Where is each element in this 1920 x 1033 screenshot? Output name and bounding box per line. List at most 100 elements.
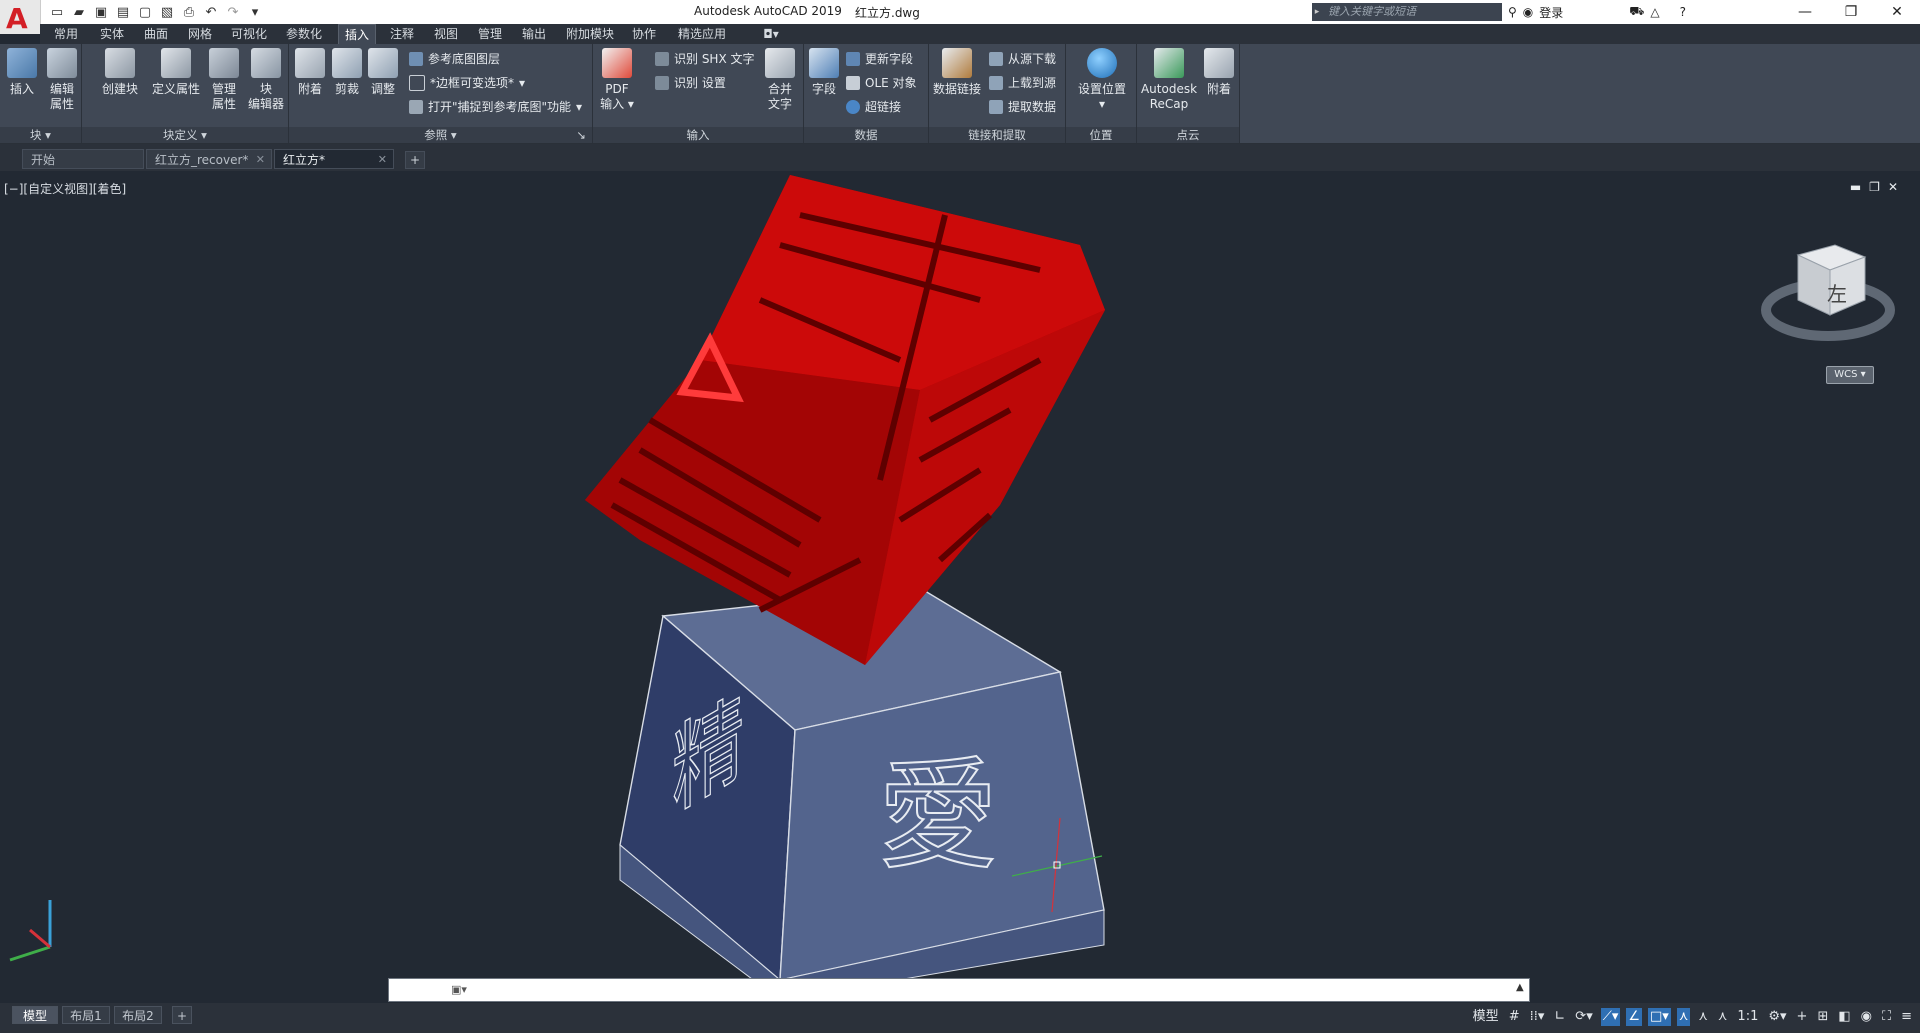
- frames-vary-dropdown[interactable]: *边框可变选项* ▾: [409, 74, 525, 92]
- plot-icon[interactable]: ⎙: [180, 3, 198, 21]
- tab-annotate[interactable]: 注释: [386, 24, 418, 44]
- add-icon[interactable]: +: [1795, 1008, 1810, 1026]
- workspace-gear-icon[interactable]: ⚙▾: [1766, 1008, 1788, 1026]
- point-cloud-panel-title[interactable]: 点云: [1137, 127, 1239, 143]
- open-folder-icon[interactable]: ▰: [70, 3, 88, 21]
- panel-launcher-icon[interactable]: ↘: [576, 127, 586, 143]
- tab-view[interactable]: 视图: [430, 24, 462, 44]
- ribbon-state-toggle-icon[interactable]: ◘▾: [756, 24, 786, 44]
- import-panel-title[interactable]: 输入: [593, 127, 803, 143]
- model-space-button[interactable]: 模型: [1471, 1008, 1501, 1026]
- search-expand-icon[interactable]: ▸: [1312, 3, 1322, 21]
- download-from-source-button[interactable]: 从源下载: [989, 50, 1056, 68]
- extract-data-button[interactable]: 提取数据: [989, 98, 1056, 116]
- tab-insert[interactable]: 插入: [338, 24, 376, 44]
- attach-point-cloud-button[interactable]: 附着: [1201, 48, 1237, 97]
- cart-icon[interactable]: ⛟: [1629, 4, 1644, 20]
- doc-tab-recover[interactable]: 红立方_recover* ✕: [146, 149, 272, 169]
- restore-button[interactable]: ❐: [1828, 0, 1874, 24]
- search-input[interactable]: 键入关键字或短语: [1322, 3, 1502, 21]
- doc-tab-start[interactable]: 开始: [22, 149, 144, 169]
- object-snap-tracking-icon[interactable]: ∠: [1626, 1008, 1643, 1026]
- data-link-button[interactable]: 数据链接: [931, 48, 983, 97]
- tab-parametric[interactable]: 参数化: [282, 24, 326, 44]
- location-panel-title[interactable]: 位置: [1066, 127, 1136, 143]
- isolate-objects-icon[interactable]: ◉: [1859, 1008, 1874, 1026]
- tab-home[interactable]: 常用: [50, 24, 82, 44]
- layout-tab-layout2[interactable]: 布局2: [114, 1006, 162, 1024]
- snap-to-underlay-dropdown[interactable]: 打开"捕捉到参考底图"功能 ▾: [409, 98, 582, 116]
- link-extract-panel-title[interactable]: 链接和提取: [929, 127, 1065, 143]
- auto-scale-icon[interactable]: ⋏: [1696, 1008, 1710, 1026]
- pdf-import-button[interactable]: PDF 输入 ▾: [597, 48, 637, 112]
- set-location-button[interactable]: 设置位置 ▾: [1072, 48, 1132, 112]
- tab-featured-apps[interactable]: 精选应用: [674, 24, 730, 44]
- viewport-controls-label[interactable]: [−][自定义视图][着色]: [4, 180, 126, 197]
- tab-manage[interactable]: 管理: [474, 24, 506, 44]
- block-definition-panel-title[interactable]: 块定义 ▾: [82, 127, 288, 143]
- edit-attribute-button[interactable]: 编辑 属性: [44, 48, 80, 112]
- grid-icon[interactable]: #: [1507, 1008, 1522, 1026]
- object-snap-icon[interactable]: □▾: [1648, 1008, 1671, 1026]
- isodraft-icon[interactable]: ⟋▾: [1600, 1008, 1621, 1026]
- annotation-visibility-icon[interactable]: ⋏: [1676, 1008, 1691, 1026]
- close-tab-icon[interactable]: ✕: [378, 150, 387, 170]
- upload-to-source-button[interactable]: 上载到源: [989, 74, 1056, 92]
- close-tab-icon[interactable]: ✕: [256, 150, 265, 170]
- layout-tab-layout1[interactable]: 布局1: [62, 1006, 110, 1024]
- manage-attributes-button[interactable]: 管理 属性: [204, 48, 244, 112]
- recognize-settings-button[interactable]: 识别 设置: [655, 74, 726, 92]
- help-icon[interactable]: ?: [1680, 5, 1686, 19]
- underlay-layers-button[interactable]: 参考底图图层: [409, 50, 500, 68]
- close-button[interactable]: ✕: [1874, 0, 1920, 24]
- login-button[interactable]: 登录: [1539, 4, 1563, 21]
- tab-surface[interactable]: 曲面: [140, 24, 172, 44]
- tab-addins[interactable]: 附加模块: [562, 24, 618, 44]
- qat-dropdown-icon[interactable]: ▾: [246, 3, 264, 21]
- annotation-scale-dropdown[interactable]: 1:1: [1735, 1008, 1760, 1026]
- drawing-viewport[interactable]: 左 精 愛: [0, 173, 1920, 1003]
- units-icon[interactable]: ⊞: [1815, 1008, 1830, 1026]
- hyperlink-button[interactable]: 超链接: [846, 98, 901, 116]
- save-icon[interactable]: ▣: [92, 3, 110, 21]
- update-fields-button[interactable]: 更新字段: [846, 50, 913, 68]
- reference-panel-title[interactable]: 参照 ▾ ↘: [289, 127, 592, 143]
- add-layout-button[interactable]: +: [172, 1006, 192, 1024]
- tab-output[interactable]: 输出: [518, 24, 550, 44]
- create-block-button[interactable]: 创建块: [98, 48, 142, 97]
- command-line-input[interactable]: [388, 978, 1530, 1002]
- web-mobile-open-icon[interactable]: ▢: [136, 3, 154, 21]
- wcs-menu[interactable]: WCS ▾: [1826, 366, 1874, 384]
- ortho-icon[interactable]: ∟: [1552, 1008, 1567, 1026]
- binoculars-icon[interactable]: ⚲: [1508, 5, 1517, 19]
- block-panel-title[interactable]: 块 ▾: [0, 127, 81, 143]
- tab-visualize[interactable]: 可视化: [227, 24, 271, 44]
- save-as-icon[interactable]: ▤: [114, 3, 132, 21]
- field-button[interactable]: 字段: [806, 48, 842, 97]
- doc-tab-current[interactable]: 红立方* ✕: [274, 149, 394, 169]
- customization-menu-icon[interactable]: ≡: [1899, 1008, 1914, 1026]
- autodesk-a360-icon[interactable]: △: [1650, 5, 1659, 19]
- block-editor-button[interactable]: 块编辑器: [244, 48, 288, 112]
- new-tab-button[interactable]: +: [405, 151, 425, 169]
- snap-mode-icon[interactable]: ⁞⁞▾: [1528, 1008, 1547, 1026]
- clean-screen-icon[interactable]: ⛶: [1880, 1008, 1893, 1026]
- user-icon[interactable]: ◉: [1523, 5, 1533, 19]
- data-panel-title[interactable]: 数据: [804, 127, 928, 143]
- viewcube-face-label[interactable]: 左: [1827, 278, 1847, 307]
- redo-icon[interactable]: ↷: [224, 3, 242, 21]
- minimize-button[interactable]: —: [1782, 0, 1828, 24]
- tab-solid[interactable]: 实体: [96, 24, 128, 44]
- combine-text-button[interactable]: 合并 文字: [759, 48, 801, 112]
- command-prompt-icon[interactable]: ▣▾: [446, 981, 472, 999]
- clip-button[interactable]: 剪裁: [329, 48, 365, 97]
- command-history-toggle-icon[interactable]: ▲: [1516, 982, 1524, 993]
- application-menu-button[interactable]: A: [0, 0, 41, 35]
- hardware-acceleration-icon[interactable]: ◧: [1836, 1008, 1852, 1026]
- recognize-shx-button[interactable]: 识别 SHX 文字: [655, 50, 755, 68]
- attach-reference-button[interactable]: 附着: [292, 48, 328, 97]
- new-file-icon[interactable]: ▭: [48, 3, 66, 21]
- tab-mesh[interactable]: 网格: [184, 24, 216, 44]
- insert-block-button[interactable]: 插入: [4, 48, 40, 97]
- define-attribute-button[interactable]: 定义属性: [150, 48, 202, 97]
